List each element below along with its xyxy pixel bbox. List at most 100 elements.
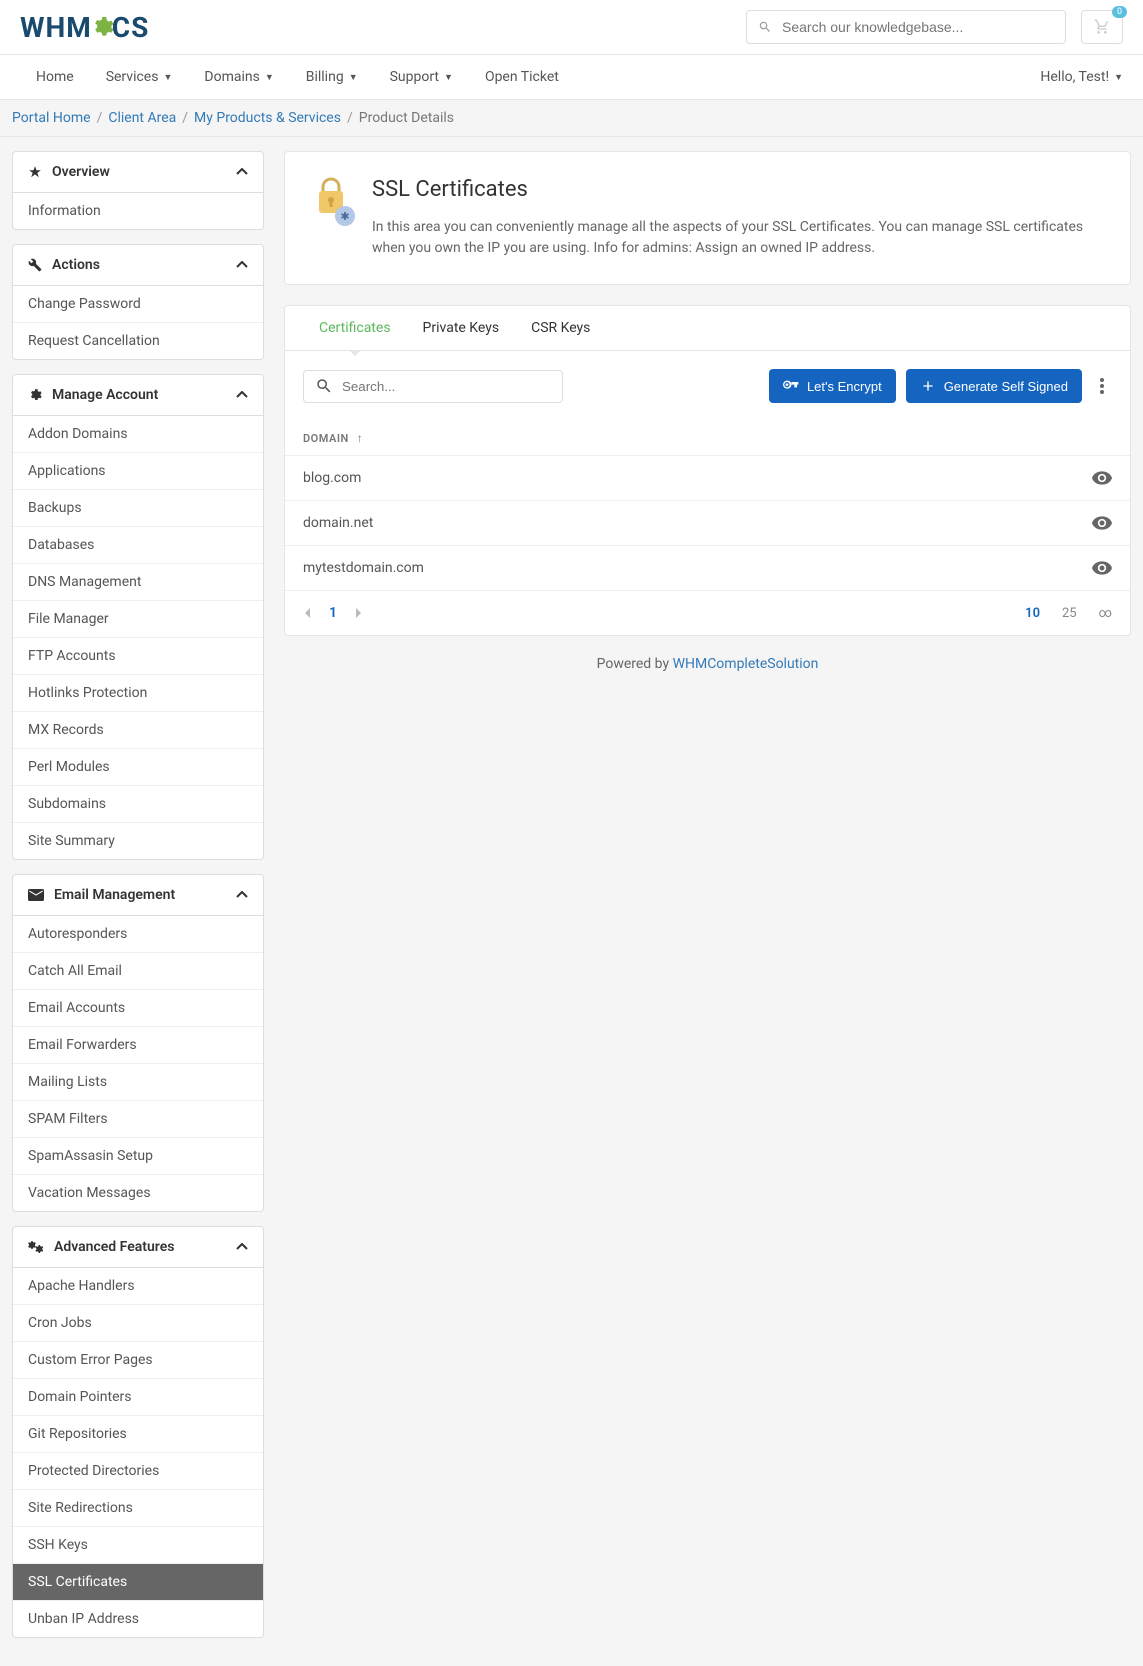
page-description: In this area you can conveniently manage… [372, 217, 1100, 259]
sidebar-item-domain-pointers[interactable]: Domain Pointers [13, 1379, 263, 1416]
certificates-table: Domain ↑ blog.comdomain.netmytestdomain.… [285, 421, 1130, 590]
nav-item-support[interactable]: Support▼ [374, 55, 469, 99]
panel-header[interactable]: Advanced Features [13, 1227, 263, 1268]
sidebar-item-applications[interactable]: Applications [13, 453, 263, 490]
nav-label: Domains [204, 69, 259, 85]
gear-icon [90, 15, 114, 39]
chevron-up-icon [236, 1243, 248, 1251]
sidebar-item-autoresponders[interactable]: Autoresponders [13, 916, 263, 953]
cart-button[interactable]: 0 [1081, 10, 1123, 44]
panel-header[interactable]: Overview [13, 152, 263, 193]
sidebar-item-custom-error-pages[interactable]: Custom Error Pages [13, 1342, 263, 1379]
view-button[interactable] [1092, 471, 1112, 485]
sidebar-item-mx-records[interactable]: MX Records [13, 712, 263, 749]
sidebar-item-backups[interactable]: Backups [13, 490, 263, 527]
nav-item-services[interactable]: Services▼ [90, 55, 189, 99]
sidebar-item-databases[interactable]: Databases [13, 527, 263, 564]
nav-item-billing[interactable]: Billing▼ [290, 55, 374, 99]
page-size-25[interactable]: 25 [1062, 606, 1077, 621]
breadcrumb-link[interactable]: Client Area [108, 110, 176, 126]
more-menu-button[interactable] [1092, 372, 1112, 400]
nav-item-home[interactable]: Home [20, 55, 90, 99]
gear-badge-icon: ✱ [335, 206, 355, 226]
sidebar-item-change-password[interactable]: Change Password [13, 286, 263, 323]
view-button[interactable] [1092, 561, 1112, 575]
sidebar-item-spamassasin-setup[interactable]: SpamAssasin Setup [13, 1138, 263, 1175]
certificates-card: CertificatesPrivate KeysCSR Keys Let's E… [284, 305, 1131, 636]
tab-certificates[interactable]: Certificates [303, 306, 407, 350]
sidebar-item-perl-modules[interactable]: Perl Modules [13, 749, 263, 786]
table-search [303, 370, 563, 403]
footer-link[interactable]: WHMCompleteSolution [673, 656, 819, 672]
domain-cell: blog.com [303, 470, 361, 486]
sidebar-item-addon-domains[interactable]: Addon Domains [13, 416, 263, 453]
sidebar-item-hotlinks-protection[interactable]: Hotlinks Protection [13, 675, 263, 712]
sidebar-item-ftp-accounts[interactable]: FTP Accounts [13, 638, 263, 675]
sort-ascending-icon: ↑ [357, 431, 364, 445]
sidebar-item-file-manager[interactable]: File Manager [13, 601, 263, 638]
tab-private-keys[interactable]: Private Keys [407, 306, 516, 350]
plus-icon [920, 378, 936, 394]
toolbar: Let's Encrypt Generate Self Signed [285, 351, 1130, 421]
sidebar-item-site-summary[interactable]: Site Summary [13, 823, 263, 859]
sidebar-item-ssh-keys[interactable]: SSH Keys [13, 1527, 263, 1564]
breadcrumb: Portal Home/Client Area/My Products & Se… [0, 100, 1143, 137]
column-header-domain: Domain [303, 432, 349, 445]
footer: Powered by WHMCompleteSolution [284, 636, 1131, 692]
breadcrumb-link[interactable]: Portal Home [12, 110, 91, 126]
logo-text-1: WHM [20, 11, 92, 44]
sidebar-item-cron-jobs[interactable]: Cron Jobs [13, 1305, 263, 1342]
nav-item-domains[interactable]: Domains ▼ [188, 55, 289, 99]
sidebar-item-spam-filters[interactable]: SPAM Filters [13, 1101, 263, 1138]
ssl-icon: ✱ [315, 177, 347, 222]
dots-vertical-icon [1100, 378, 1104, 394]
sidebar-item-ssl-certificates[interactable]: SSL Certificates [13, 1564, 263, 1601]
pagination: 1 10 25 ∞ [285, 590, 1130, 635]
generate-self-signed-button[interactable]: Generate Self Signed [906, 369, 1082, 403]
sidebar-item-unban-ip-address[interactable]: Unban IP Address [13, 1601, 263, 1637]
page-size-10[interactable]: 10 [1025, 606, 1040, 621]
sidebar-item-subdomains[interactable]: Subdomains [13, 786, 263, 823]
sidebar-item-apache-handlers[interactable]: Apache Handlers [13, 1268, 263, 1305]
sidebar-item-request-cancellation[interactable]: Request Cancellation [13, 323, 263, 359]
nav-item-open-ticket[interactable]: Open Ticket [469, 55, 575, 99]
search-input[interactable] [746, 10, 1066, 44]
sidebar-item-site-redirections[interactable]: Site Redirections [13, 1490, 263, 1527]
panel-header[interactable]: Manage Account [13, 375, 263, 416]
panel-title: Overview [52, 164, 110, 180]
page-header-card: ✱ SSL Certificates In this area you can … [284, 151, 1131, 285]
sidebar-item-mailing-lists[interactable]: Mailing Lists [13, 1064, 263, 1101]
main-nav: HomeServices▼ Domains ▼ Billing▼Support▼ Ope… [0, 55, 1143, 100]
lets-encrypt-button[interactable]: Let's Encrypt [769, 369, 896, 403]
next-page-button[interactable] [355, 607, 363, 619]
sidebar-item-information[interactable]: Information [13, 193, 263, 229]
chevron-left-icon [303, 607, 311, 619]
tab-csr-keys[interactable]: CSR Keys [515, 306, 606, 350]
breadcrumb-link[interactable]: My Products & Services [194, 110, 341, 126]
sidebar-item-email-forwarders[interactable]: Email Forwarders [13, 1027, 263, 1064]
view-button[interactable] [1092, 516, 1112, 530]
sidebar-item-email-accounts[interactable]: Email Accounts [13, 990, 263, 1027]
sidebar-item-git-repositories[interactable]: Git Repositories [13, 1416, 263, 1453]
panel-header[interactable]: Actions [13, 245, 263, 286]
main-content: ✱ SSL Certificates In this area you can … [284, 151, 1131, 692]
sidebar-item-protected-directories[interactable]: Protected Directories [13, 1453, 263, 1490]
chevron-right-icon [355, 607, 363, 619]
table-header[interactable]: Domain ↑ [285, 421, 1130, 455]
table-search-input[interactable] [303, 370, 563, 403]
prev-page-button[interactable] [303, 607, 311, 619]
table-row: domain.net [285, 500, 1130, 545]
sidebar-item-dns-management[interactable]: DNS Management [13, 564, 263, 601]
panel-header[interactable]: Email Management [13, 875, 263, 916]
page-size-∞[interactable]: ∞ [1099, 606, 1112, 621]
user-menu[interactable]: Hello, Test! ▼ [1040, 55, 1123, 99]
button-label: Generate Self Signed [944, 379, 1068, 394]
logo[interactable]: WHM CS [20, 11, 149, 44]
global-search [746, 10, 1066, 44]
caret-down-icon: ▼ [265, 72, 274, 83]
nav-label: Open Ticket [485, 69, 559, 85]
sidebar-item-catch-all-email[interactable]: Catch All Email [13, 953, 263, 990]
page-number[interactable]: 1 [329, 605, 337, 621]
search-icon [758, 20, 772, 34]
sidebar-item-vacation-messages[interactable]: Vacation Messages [13, 1175, 263, 1211]
